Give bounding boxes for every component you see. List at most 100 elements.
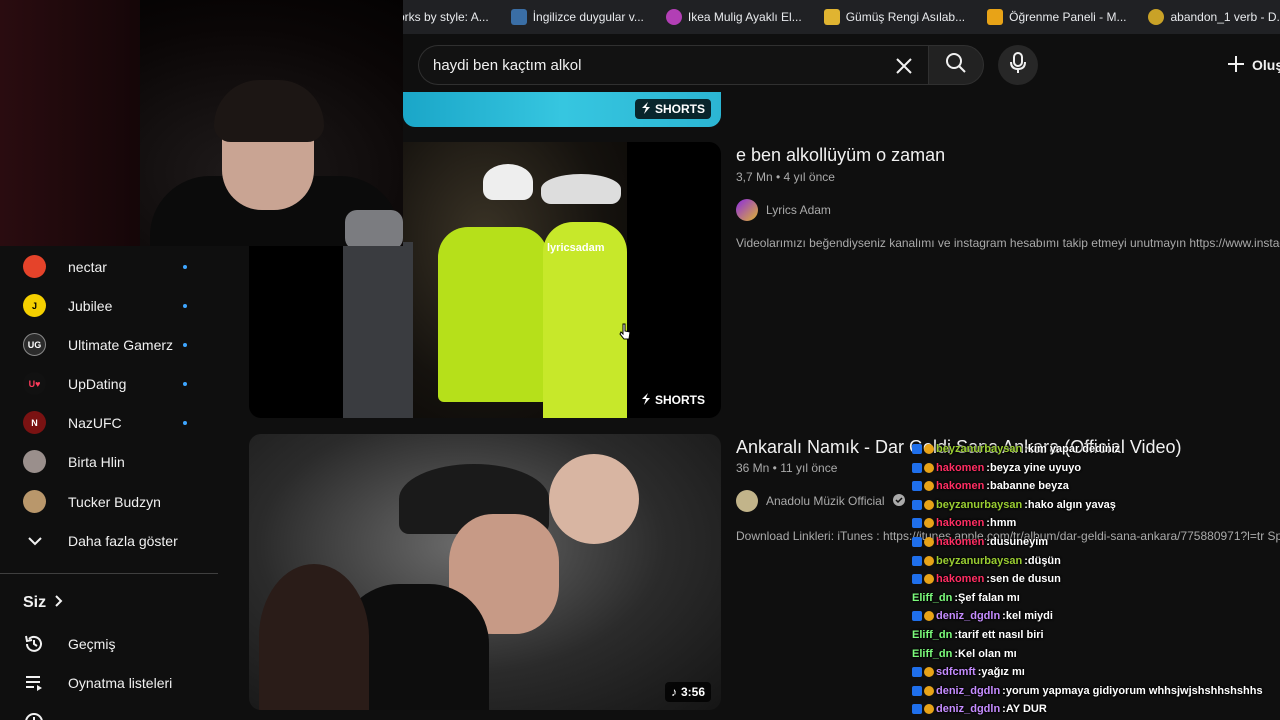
chat-badge-icon [924, 462, 934, 473]
sidebar-item-partial[interactable] [0, 702, 218, 720]
new-content-dot [183, 420, 187, 425]
chat-username: Eliff_dn [912, 591, 953, 604]
bookmark-favicon-icon [987, 9, 1004, 25]
sidebar-item-history[interactable]: Geçmiş [0, 624, 218, 664]
channel-link[interactable]: Anadolu Müzik Official [736, 490, 905, 512]
voice-search-button[interactable] [998, 45, 1038, 85]
clear-icon[interactable] [890, 52, 918, 80]
crowd-face [549, 454, 639, 544]
bookmark-item[interactable]: Öğrenme Paneli - M... [987, 9, 1126, 25]
new-content-dot [183, 303, 187, 308]
chat-text: babanne beyza [989, 480, 1069, 493]
bookmark-favicon-icon [823, 9, 840, 25]
bookmark-label: Gümüş Rengi Asılab... [845, 10, 966, 24]
verified-icon [892, 493, 905, 509]
channel-link[interactable]: Lyrics Adam [736, 199, 831, 221]
sidebar: nectar J Jubilee UG Ultimate Gamerz U♥ U… [0, 246, 218, 720]
officer-cap [483, 164, 533, 200]
music-note-icon: ♪ [670, 685, 677, 699]
chat-badge-icon [924, 685, 934, 696]
chat-message: hakomen: sen de dusun [912, 570, 1061, 588]
sidebar-item-subscription[interactable]: J Jubilee [0, 286, 218, 325]
chat-message: hakomen: babanne beyza [912, 477, 1069, 495]
subscription-name: Ultimate Gamerz [68, 336, 174, 353]
bookmark-label: orks by style: A... [398, 10, 489, 24]
chat-badge-icon [924, 518, 934, 529]
officer-cap [541, 174, 621, 204]
channel-name: Anadolu Müzik Official [766, 494, 885, 508]
channel-avatar: N [23, 411, 46, 434]
new-content-dot [183, 342, 187, 347]
chat-badge-icon [924, 444, 934, 454]
channel-avatar: J [23, 294, 46, 317]
bookmark-item[interactable]: orks by style: A... [398, 10, 489, 24]
video-meta: 3,7 Mn • 4 yıl önce [736, 170, 835, 184]
channel-name: Lyrics Adam [766, 203, 831, 217]
bookmark-item[interactable]: İngilizce duygular v... [510, 9, 644, 25]
chat-message: Eliff_dn: Kel olan mı [912, 645, 1017, 663]
show-more-button[interactable]: Daha fazla göster [0, 521, 218, 560]
bookmark-label: Öğrenme Paneli - M... [1009, 10, 1127, 24]
channel-avatar [23, 255, 46, 278]
clock-icon [23, 711, 45, 720]
sidebar-item-subscription[interactable]: N NazUFC [0, 403, 218, 442]
channel-avatar [23, 490, 46, 513]
officer-vest [438, 227, 548, 402]
search-query[interactable]: haydi ben kaçtım alkol [433, 57, 581, 74]
create-button[interactable]: Oluş [1218, 48, 1280, 82]
webcam-background [0, 0, 140, 246]
video-description: Videolarımızı beğendiyseniz kanalımı ve … [736, 236, 1280, 250]
bookmark-item[interactable]: abandon_1 verb - D... [1148, 9, 1280, 25]
subscription-name: UpDating [68, 375, 127, 392]
chat-message: Eliff_dn: Şef falan mı [912, 589, 1020, 607]
shorts-badge: SHORTS [634, 390, 711, 410]
search-button[interactable] [928, 45, 984, 85]
playlists-label: Oynatma listeleri [68, 675, 173, 691]
sidebar-item-subscription[interactable]: nectar [0, 247, 218, 286]
search-input[interactable]: haydi ben kaçtım alkol [418, 45, 928, 85]
video-thumbnail[interactable]: ♪ 3:56 [249, 434, 721, 710]
chevron-right-icon [54, 594, 64, 612]
chat-badge-icon [912, 704, 922, 715]
video-title[interactable]: e ben alkollüyüm o zaman [736, 145, 945, 166]
you-section-header[interactable]: Siz [23, 594, 64, 612]
chat-message: deniz_dgdln: AY DUR [912, 700, 1047, 718]
chat-badge-icon [924, 704, 934, 715]
chat-text: dusuneyim [989, 536, 1049, 548]
sidebar-item-subscription[interactable]: Birta Hlin [0, 442, 218, 481]
sidebar-item-subscription[interactable]: Tucker Budzyn [0, 482, 218, 521]
crowd-figure [259, 564, 369, 710]
chat-badge-icon [924, 499, 934, 510]
video-thumbnail[interactable]: SHORTS [403, 92, 721, 127]
plus-icon [1226, 54, 1246, 77]
new-content-dot [183, 381, 187, 386]
chat-badge-icon [912, 499, 922, 510]
chat-username: sdfcmft [936, 666, 976, 679]
chat-badge-icon [924, 611, 934, 622]
sidebar-item-playlists[interactable]: Oynatma listeleri [0, 663, 218, 703]
chat-message: hakomen: hmm [912, 514, 1016, 532]
chat-text: sen de dusun [989, 573, 1061, 586]
chat-message: beyzanurbaysan: kim yapar dediniz [912, 440, 1120, 458]
sidebar-item-subscription[interactable]: U♥ UpDating [0, 364, 218, 403]
bookmark-item[interactable]: Gümüş Rengi Asılab... [823, 9, 966, 25]
shorts-badge: SHORTS [634, 99, 711, 119]
chat-text: Kel olan mı [958, 647, 1017, 660]
streamer-hair [214, 80, 324, 142]
chat-badge-icon [912, 685, 922, 696]
chat-text: hako algın yavaş [1027, 498, 1116, 511]
chat-badge-icon [912, 667, 922, 678]
chat-username: beyzanurbaysan [936, 498, 1023, 511]
bookmark-favicon-icon [665, 9, 682, 25]
chat-badge-icon [924, 481, 934, 492]
chat-badge-icon [924, 574, 934, 585]
chat-username: beyzanurbaysan [936, 443, 1023, 455]
chat-text: kim yapar dediniz [1027, 443, 1121, 455]
channel-avatar [23, 450, 46, 473]
subscription-name: Jubilee [68, 297, 113, 314]
channel-avatar [736, 490, 758, 512]
chat-username: Eliff_dn [912, 647, 953, 660]
bookmark-item[interactable]: Ikea Mulig Ayaklı El... [665, 9, 802, 25]
show-more-label: Daha fazla göster [68, 532, 178, 549]
sidebar-item-subscription[interactable]: UG Ultimate Gamerz [0, 325, 218, 364]
